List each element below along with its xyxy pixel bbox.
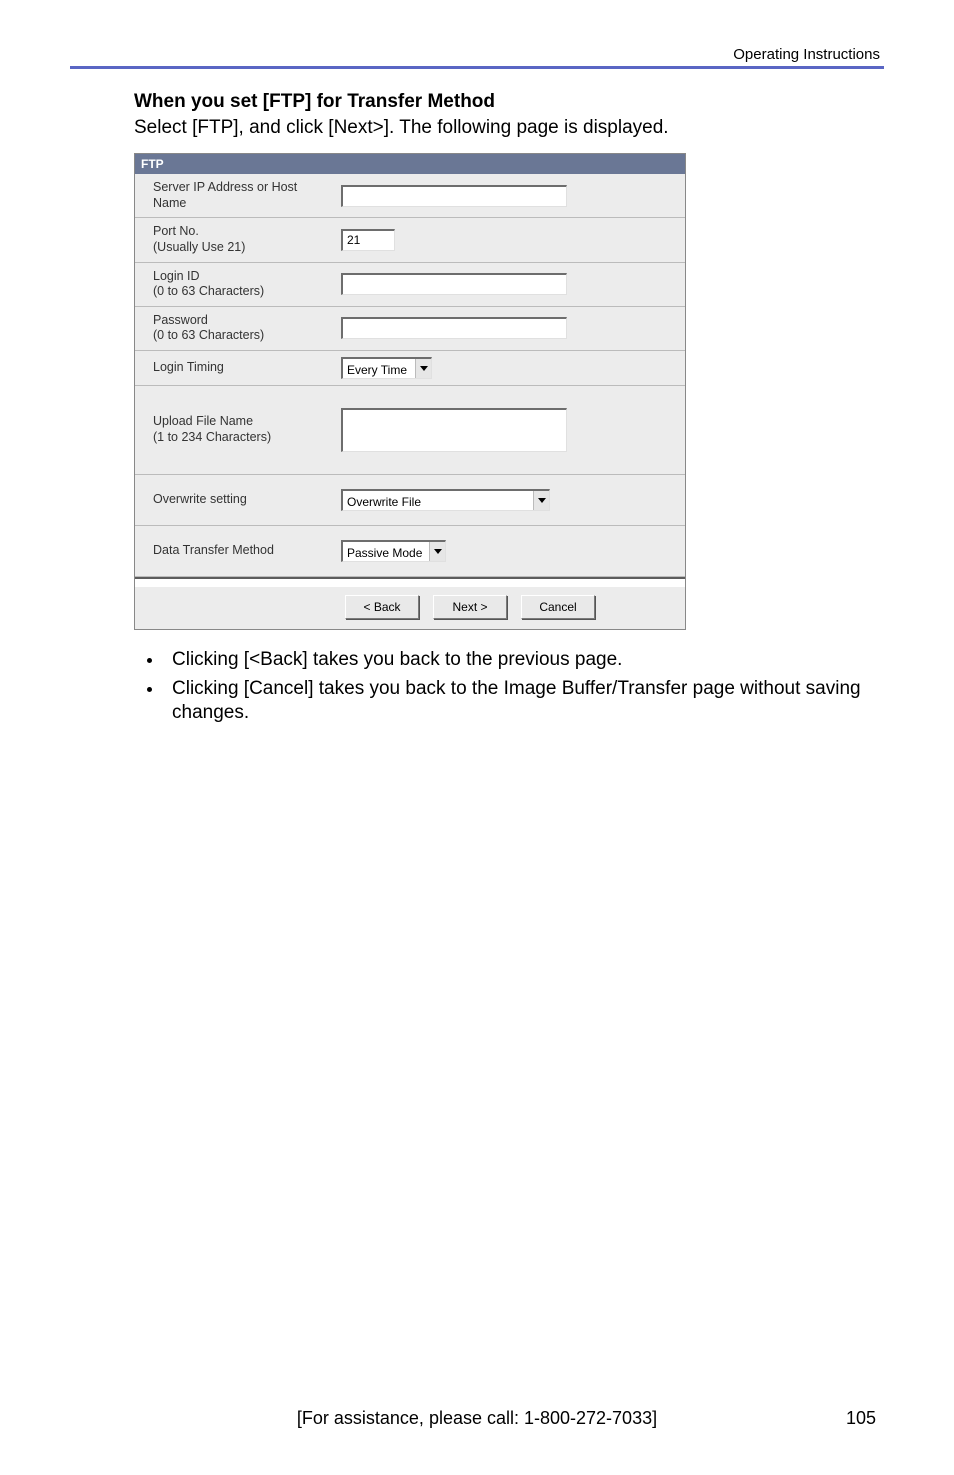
password-label: Password (0 to 63 Characters): [135, 307, 333, 350]
overwrite-setting-label: Overwrite setting: [135, 475, 333, 525]
ftp-panel-title: FTP: [135, 154, 685, 174]
header-title: Operating Instructions: [70, 46, 884, 63]
server-input[interactable]: [341, 185, 567, 207]
footer-assist: [For assistance, please call: 1-800-272-…: [0, 1408, 954, 1429]
login-id-input[interactable]: [341, 273, 567, 295]
data-transfer-method-select[interactable]: Passive Mode: [341, 540, 446, 562]
upload-file-name-input[interactable]: [341, 408, 567, 452]
login-id-label: Login ID (0 to 63 Characters): [135, 263, 333, 306]
ftp-settings-panel: FTP Server IP Address or Host Name Port …: [134, 153, 686, 630]
chevron-down-icon: [429, 542, 445, 561]
port-label: Port No. (Usually Use 21): [135, 218, 333, 261]
chevron-down-icon: [415, 359, 431, 378]
port-input[interactable]: [341, 229, 395, 251]
upload-file-name-label: Upload File Name (1 to 234 Characters): [135, 386, 333, 474]
chevron-down-icon: [533, 491, 549, 510]
page-number: 105: [846, 1408, 876, 1429]
login-timing-select[interactable]: Every Time: [341, 357, 432, 379]
notes-list: Clicking [<Back] takes you back to the p…: [134, 648, 874, 726]
overwrite-setting-select[interactable]: Overwrite File: [341, 489, 550, 511]
section-heading: When you set [FTP] for Transfer Method: [134, 91, 874, 113]
server-label: Server IP Address or Host Name: [135, 174, 333, 217]
data-transfer-method-label: Data Transfer Method: [135, 526, 333, 576]
note-item: Clicking [Cancel] takes you back to the …: [164, 677, 874, 726]
cancel-button[interactable]: Cancel: [521, 595, 595, 619]
password-input[interactable]: [341, 317, 567, 339]
back-button[interactable]: < Back: [345, 595, 419, 619]
section-subtext: Select [FTP], and click [Next>]. The fol…: [134, 117, 874, 139]
next-button[interactable]: Next >: [433, 595, 507, 619]
login-timing-label: Login Timing: [135, 351, 333, 385]
note-item: Clicking [<Back] takes you back to the p…: [164, 648, 874, 673]
